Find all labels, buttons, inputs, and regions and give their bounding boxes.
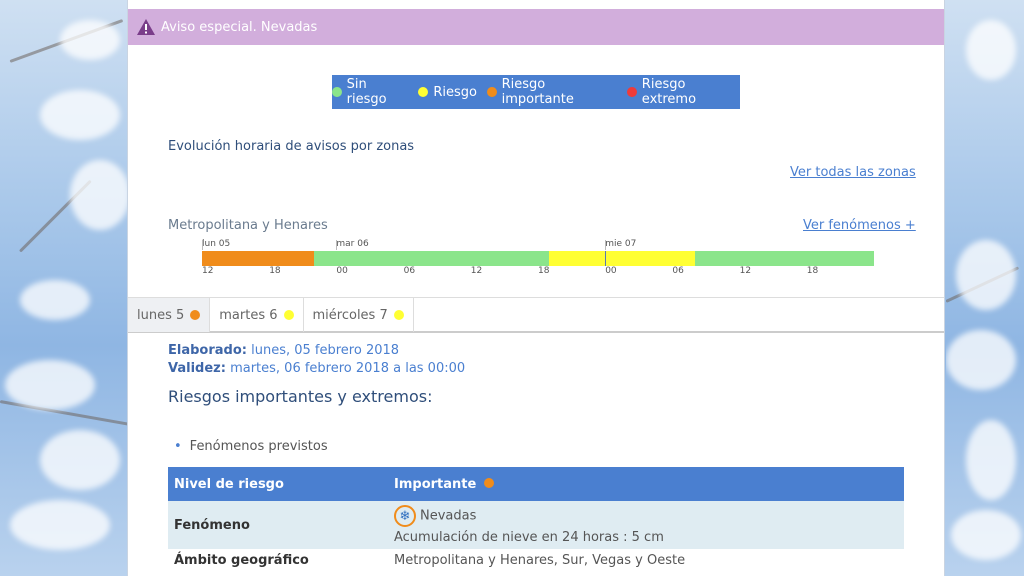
timeline-hour-label: 12 bbox=[202, 266, 214, 276]
timeline-day-label: mie 07 bbox=[605, 239, 637, 249]
section-title: Evolución horaria de avisos por zonas bbox=[168, 139, 415, 154]
table-row-phenomenon: Fenómeno ❄ Nevadas Acumulación de nieve e… bbox=[168, 501, 904, 549]
timeline-day-label: mar 06 bbox=[336, 239, 369, 249]
risks-heading: Riesgos importantes y extremos: bbox=[168, 387, 433, 406]
timeline-hour-label: 12 bbox=[470, 266, 483, 276]
day-tabs: lunes 5 martes 6 miércoles 7 bbox=[128, 297, 944, 333]
warning-triangle-icon bbox=[136, 18, 156, 36]
snowflake-icon: ❄ bbox=[394, 505, 416, 527]
legend-dot bbox=[332, 87, 342, 97]
legend-label: Riesgo bbox=[433, 84, 477, 100]
tab-lunes-5[interactable]: lunes 5 bbox=[128, 298, 211, 332]
tab-label: lunes 5 bbox=[137, 307, 185, 323]
phenomena-link[interactable]: Ver fenómenos + bbox=[803, 218, 916, 233]
timeline-segment[interactable] bbox=[549, 251, 695, 266]
legend-item-extreme: Riesgo extremo bbox=[627, 77, 740, 107]
legend-label: Riesgo importante bbox=[501, 77, 574, 107]
timeline-day-tick bbox=[336, 240, 338, 250]
timeline-hour-label: 12 bbox=[739, 266, 752, 276]
bullet-text: Fenómenos previstos bbox=[189, 439, 328, 454]
timeline-hour-label: 06 bbox=[672, 266, 684, 276]
legend-label: Sin riesgo bbox=[346, 77, 387, 107]
tab-dot bbox=[190, 310, 201, 320]
table-header-row: Nivel de riesgo Importante bbox=[168, 467, 904, 501]
risk-legend: Sin riesgo Riesgo Riesgo importante Ries… bbox=[332, 75, 740, 109]
background-right bbox=[946, 0, 1024, 576]
elaborado-label: Elaborado: bbox=[168, 343, 247, 358]
timeline-hour-label: 18 bbox=[538, 266, 550, 276]
tab-dot bbox=[283, 310, 294, 320]
legend-item-risk: Riesgo bbox=[418, 85, 477, 100]
phenomenon-name: Nevadas bbox=[420, 508, 477, 524]
elaborado-value: lunes, 05 febrero 2018 bbox=[251, 343, 400, 358]
timeline-hour-label: 18 bbox=[806, 266, 819, 276]
scope-value: Metropolitana y Henares, Sur, Vegas y Oe… bbox=[394, 553, 686, 568]
tab-label: martes 6 bbox=[219, 307, 278, 323]
timeline-day-marker bbox=[605, 251, 607, 266]
validez-value: martes, 06 febrero 2018 a las 00:00 bbox=[230, 361, 466, 376]
all-zones-link[interactable]: Ver todas las zonas bbox=[790, 165, 916, 180]
table-row-scope: Ámbito geográfico Metropolitana y Henare… bbox=[168, 549, 904, 572]
warning-panel: Aviso especial. Nevadas Sin riesgo Riesg… bbox=[127, 0, 945, 576]
timeline-segment[interactable] bbox=[314, 251, 550, 266]
risk-table: Nivel de riesgo Importante Fenómeno ❄ Nev… bbox=[168, 467, 904, 572]
special-alert-bar[interactable]: Aviso especial. Nevadas bbox=[128, 9, 944, 45]
background-left bbox=[0, 0, 128, 576]
hourly-timeline: lun 05 mar 06 mie 07 12 18 00 06 12 18 00 06 12 18 bbox=[202, 239, 874, 279]
timeline-segment[interactable] bbox=[694, 251, 874, 266]
legend-dot bbox=[627, 87, 637, 97]
elaborado-line: Elaborado: lunes, 05 febrero 2018 bbox=[168, 343, 399, 358]
scope-label: Ámbito geográfico bbox=[174, 553, 309, 568]
tab-dot bbox=[393, 310, 404, 320]
phenomenon-label: Fenómeno bbox=[168, 501, 388, 549]
timeline-day-tick bbox=[605, 240, 607, 250]
legend-item-none: Sin riesgo bbox=[332, 77, 408, 107]
tab-martes-6[interactable]: martes 6 bbox=[210, 298, 304, 332]
timeline-hour-label: 06 bbox=[403, 266, 416, 276]
forecast-bullet: • Fenómenos previstos bbox=[174, 439, 328, 454]
legend-dot bbox=[486, 87, 497, 97]
timeline-hour-label: 18 bbox=[269, 266, 281, 276]
timeline-segment[interactable] bbox=[202, 251, 314, 266]
timeline-hour-label: 00 bbox=[605, 266, 617, 276]
tab-label: miércoles 7 bbox=[312, 307, 388, 323]
phenomenon-detail: Acumulación de nieve en 24 horas : 5 cm bbox=[394, 530, 664, 545]
alert-text: Aviso especial. Nevadas bbox=[161, 19, 318, 35]
timeline-day-tick bbox=[202, 240, 203, 250]
phenomenon-value: ❄ Nevadas Acumulación de nieve en 24 hora… bbox=[388, 501, 904, 549]
header-label: Nivel de riesgo bbox=[168, 467, 388, 501]
legend-item-important: Riesgo importante bbox=[486, 77, 617, 107]
legend-label: Riesgo extremo bbox=[641, 77, 697, 107]
validez-label: Validez: bbox=[168, 361, 226, 376]
header-value: Importante bbox=[388, 467, 904, 501]
legend-dot bbox=[418, 87, 429, 97]
validez-line: Validez: martes, 06 febrero 2018 a las 0… bbox=[168, 361, 465, 376]
bullet-dot: • bbox=[174, 439, 182, 454]
timeline-hour-label: 00 bbox=[336, 266, 348, 276]
tab-miercoles-7[interactable]: miércoles 7 bbox=[304, 298, 414, 332]
timeline-day-label: lun 05 bbox=[202, 239, 231, 249]
risk-level-dot bbox=[483, 477, 494, 488]
zone-name: Metropolitana y Henares bbox=[168, 218, 328, 233]
risk-level-text: Importante bbox=[394, 476, 477, 492]
